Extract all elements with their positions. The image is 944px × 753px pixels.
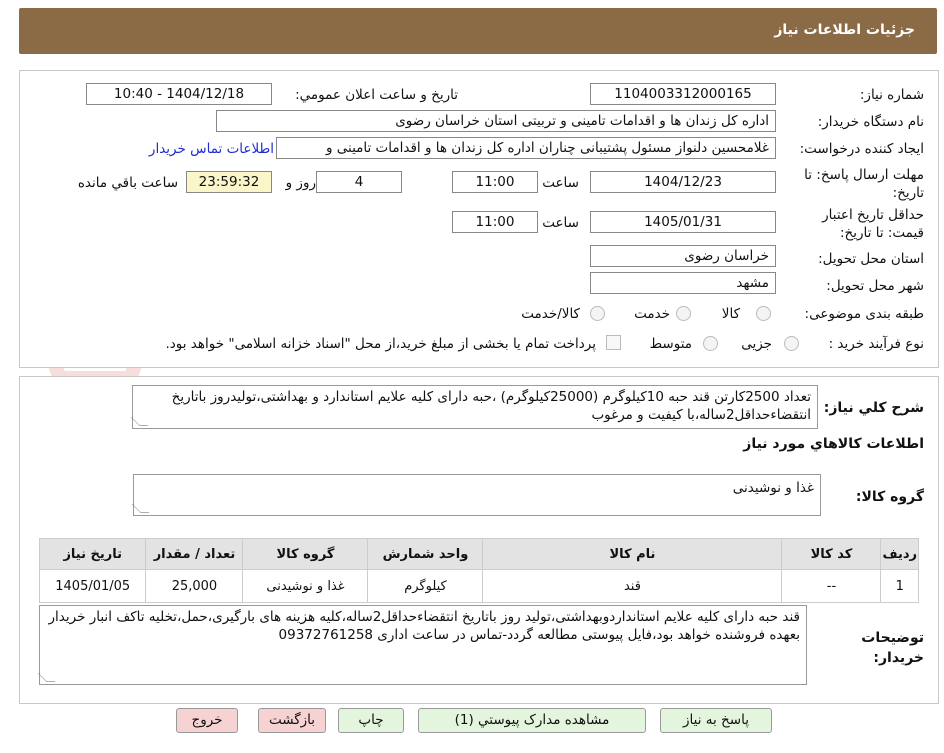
process-minor-label: جزیی: [741, 336, 772, 352]
exit-button[interactable]: خروج: [176, 708, 238, 733]
category-goods-service-radio[interactable]: [590, 306, 605, 321]
goods-group-label: گروه کالا:: [855, 489, 924, 505]
buyer-notes-textarea[interactable]: قند حبه دارای کلیه علایم استانداردوبهداش…: [37, 605, 807, 685]
process-medium-radio[interactable]: [703, 336, 718, 351]
view-documents-button[interactable]: مشاهده مدارک پیوستي (1): [418, 708, 646, 733]
category-label: طبقه بندی موضوعی:: [804, 306, 924, 322]
announce-label: تاریخ و ساعت اعلان عمومي:: [295, 87, 458, 103]
province-field: خراسان رضوی: [590, 245, 776, 267]
col-unit: واحد شمارش: [367, 538, 484, 570]
category-goods-service-label: کالا/خدمت: [521, 306, 580, 322]
deadline-days-label: روز و: [285, 175, 316, 191]
deadline-days-field: 4: [316, 171, 402, 193]
city-label: شهر محل تحویل:: [826, 278, 924, 294]
reply-button[interactable]: پاسخ به نیاز: [660, 708, 772, 733]
validity-time-label: ساعت: [542, 215, 579, 231]
need-number-field: 1104003312000165: [590, 83, 776, 105]
page-title: جزئیات اطلاعات نیاز: [774, 22, 915, 38]
validity-date-field: 1405/01/31: [590, 211, 776, 233]
category-service-label: خدمت: [634, 306, 670, 322]
goods-group-textarea[interactable]: غذا و نوشیدنی: [131, 474, 821, 516]
deadline-time-label: ساعت: [542, 175, 579, 191]
treasury-payment-checkbox[interactable]: [606, 335, 621, 350]
category-goods-label: کالا: [721, 306, 740, 322]
buyer-notes-label: توضیحات خریدار:: [861, 630, 924, 666]
announce-field: 1404/12/18 - 10:40: [86, 83, 272, 105]
col-row: رديف: [880, 538, 919, 570]
col-code: کد کالا: [781, 538, 882, 570]
treasury-payment-label: پرداخت تمام یا بخشی از مبلغ خرید،از محل …: [165, 336, 596, 352]
resize-grip-icon[interactable]: [131, 504, 150, 513]
requester-field: غلامحسین دلنواز مسئول پشتیبانی چناران اد…: [276, 137, 776, 159]
goods-table: رديف کد کالا نام کالا واحد شمارش گروه کا…: [38, 538, 919, 603]
category-goods-radio[interactable]: [756, 306, 771, 321]
validity-label: حداقل تاريخ اعتبار قيمت: تا تاريخ:: [822, 207, 924, 241]
resize-grip-icon[interactable]: [130, 417, 149, 426]
validity-time-field: 11:00: [452, 211, 538, 233]
goods-section-title: اطلاعات کالاهاي مورد نياز: [743, 436, 924, 452]
process-minor-radio[interactable]: [784, 336, 799, 351]
buyer-contact-link[interactable]: اطلاعات تماس خریدار: [149, 141, 274, 157]
goods-table-header: رديف کد کالا نام کالا واحد شمارش گروه کا…: [38, 538, 919, 570]
remaining-time-label: ساعت باقي مانده: [77, 175, 178, 191]
resize-grip-icon[interactable]: [37, 673, 56, 682]
buyer-org-label: نام دستگاه خریدار:: [817, 114, 924, 130]
print-button[interactable]: چاپ: [338, 708, 404, 733]
cell-unit: کیلوگرم: [367, 569, 484, 603]
summary-textarea[interactable]: تعداد 2500کارتن قند حبه 10کیلوگرم (25000…: [130, 385, 818, 429]
page-header: جزئیات اطلاعات نیاز: [19, 8, 937, 54]
cell-code: --: [781, 569, 882, 603]
deadline-time-field: 11:00: [452, 171, 538, 193]
cell-group: غذا و نوشیدنی: [242, 569, 369, 603]
category-service-radio[interactable]: [676, 306, 691, 321]
table-row: 1 -- قند کیلوگرم غذا و نوشیدنی 25,000 14…: [38, 569, 919, 603]
cell-date: 1405/01/05: [38, 569, 147, 603]
cell-qty: 25,000: [145, 569, 244, 603]
col-date: تاریخ نیاز: [38, 538, 147, 570]
col-qty: تعداد / مقدار: [145, 538, 244, 570]
deadline-date-field: 1404/12/23: [590, 171, 776, 193]
need-number-label: شماره نیاز:: [859, 87, 924, 103]
cell-row: 1: [880, 569, 919, 603]
remaining-time-field: 23:59:32: [186, 171, 272, 193]
city-field: مشهد: [590, 272, 776, 294]
deadline-label: مهلت ارسال پاسخ: تا تاریخ:: [804, 167, 924, 201]
col-group: گروه کالا: [242, 538, 369, 570]
back-button[interactable]: بازگشت: [258, 708, 326, 733]
process-label: نوع فرآیند خرید :: [828, 336, 924, 352]
requester-label: ایجاد کننده درخواست:: [799, 141, 924, 157]
process-medium-label: متوسط: [649, 336, 692, 352]
col-name: نام کالا: [482, 538, 783, 570]
buyer-org-field: اداره کل زندان ها و اقدامات تامینی و ترب…: [216, 110, 776, 132]
cell-name: قند: [482, 569, 783, 603]
summary-label: شرح کلي نياز:: [823, 400, 924, 416]
province-label: استان محل تحویل:: [818, 251, 924, 267]
